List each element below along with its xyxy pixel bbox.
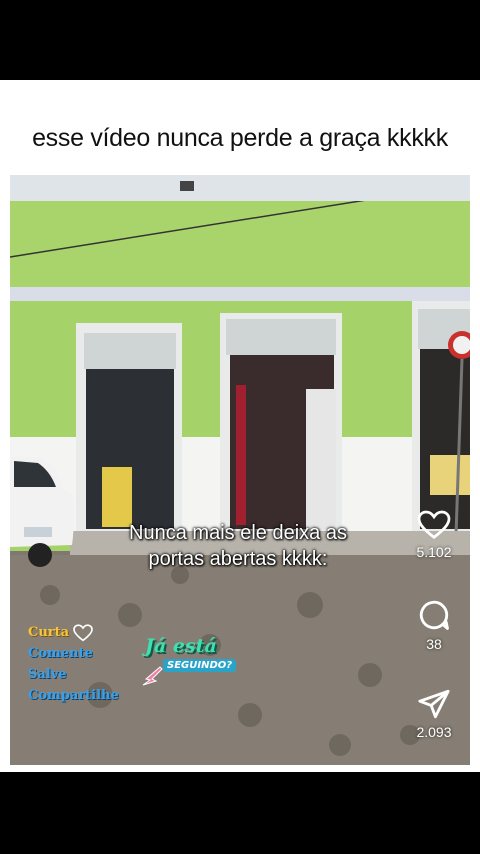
engagement-overlay: Curta Comente Salve Compartilhe	[28, 622, 119, 706]
post-card: esse vídeo nunca perde a graça kkkkk Nun…	[0, 80, 480, 772]
small-heart-icon	[73, 623, 93, 641]
comment-action[interactable]: 38	[404, 598, 464, 652]
like-action[interactable]: 5.102	[404, 510, 464, 560]
subtitle-line-2: portas abertas kkkk:	[148, 548, 328, 570]
video-player[interactable]: Nunca mais ele deixa as portas abertas k…	[10, 175, 470, 765]
overlay-compartilhe: Compartilhe	[28, 688, 119, 703]
follow-sticker-subtitle: SEGUINDO?	[163, 659, 237, 672]
share-action[interactable]: 2.093	[404, 688, 464, 740]
heart-icon[interactable]	[417, 510, 451, 540]
pointer-arrow-icon	[142, 666, 163, 686]
comment-count: 38	[426, 636, 442, 652]
share-icon[interactable]	[417, 688, 451, 720]
overlay-curta: Curta	[28, 622, 119, 643]
top-black-bar	[0, 0, 480, 80]
post-caption: esse vídeo nunca perde a graça kkkkk	[32, 124, 448, 152]
share-count: 2.093	[416, 724, 452, 740]
video-subtitle: Nunca mais ele deixa as portas abertas k…	[108, 520, 368, 572]
follow-sticker-title: Já está	[145, 635, 217, 657]
subtitle-line-1: Nunca mais ele deixa as	[129, 522, 347, 544]
comment-icon[interactable]	[417, 598, 451, 632]
bottom-black-bar	[0, 772, 480, 854]
overlay-salve: Salve	[28, 667, 67, 682]
like-count: 5.102	[416, 544, 452, 560]
overlay-comente: Comente	[28, 646, 93, 661]
